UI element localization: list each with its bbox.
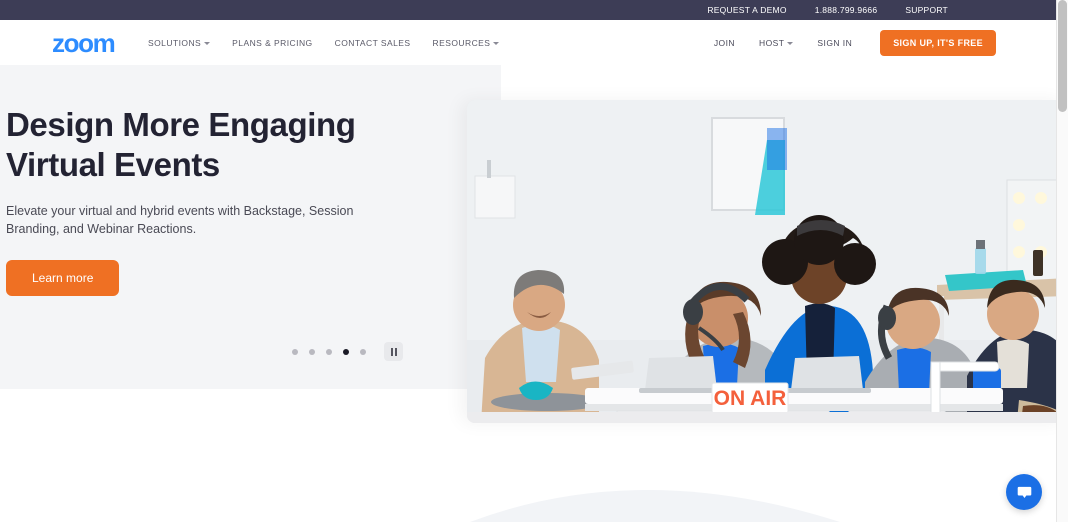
nav-item-plans-pricing[interactable]: PLANS & PRICING [232, 38, 312, 48]
utility-bar: REQUEST A DEMO 1.888.799.9666 SUPPORT [0, 0, 1056, 20]
carousel-dot-5[interactable] [360, 348, 366, 355]
carousel-dot-2[interactable] [309, 348, 315, 355]
scrollbar-thumb[interactable] [1058, 0, 1067, 112]
nav-item-contact-sales[interactable]: CONTACT SALES [335, 38, 411, 48]
on-air-text: ON AIR [714, 387, 787, 410]
nav-item-resources[interactable]: RESOURCES [433, 38, 500, 48]
utility-link-support[interactable]: SUPPORT [905, 5, 948, 15]
nav-item-join[interactable]: JOIN [714, 38, 735, 48]
nav-item-label: HOST [758, 37, 785, 48]
zoom-homepage: REQUEST A DEMO 1.888.799.9666 SUPPORT zo… [0, 0, 1068, 522]
hero-image-illustration: ON AIR [467, 100, 1056, 423]
secondary-nav-links: JOIN HOST SIGN IN SIGN UP, IT'S FREE [714, 29, 996, 56]
decorative-curve [0, 432, 1056, 522]
chat-bubble-icon [1017, 486, 1031, 498]
hero-image: ON AIR [467, 100, 1056, 423]
pause-icon-bar-right [394, 347, 397, 356]
curve-shape [470, 490, 840, 522]
nav-item-host[interactable]: HOST [758, 37, 794, 48]
main-navigation: zoom SOLUTIONS PLANS & PRICING CONTACT S… [0, 20, 1056, 65]
nav-item-sign-in[interactable]: SIGN IN [817, 38, 852, 48]
carousel-dot-4[interactable] [343, 348, 349, 355]
primary-nav-links: SOLUTIONS PLANS & PRICING CONTACT SALES … [148, 37, 500, 48]
hero-title-line-1: Design More Engaging [6, 106, 356, 143]
zoom-logo[interactable]: zoom [52, 30, 116, 56]
hero-title: Design More Engaging Virtual Events [6, 105, 426, 186]
chat-widget-button[interactable] [1006, 474, 1042, 510]
nav-item-label: SOLUTIONS [148, 37, 202, 48]
carousel-dot-3[interactable] [326, 348, 332, 355]
hero-section: Design More Engaging Virtual Events Elev… [0, 65, 1056, 522]
nav-item-label: RESOURCES [432, 37, 491, 48]
nav-item-label: SIGN IN [817, 37, 853, 48]
pause-icon-bar-left [390, 347, 393, 356]
utility-link-request-demo[interactable]: REQUEST A DEMO [707, 5, 786, 15]
page-scrollbar[interactable] [1056, 0, 1068, 522]
hero-subtitle: Elevate your virtual and hybrid events w… [6, 203, 354, 236]
hero-copy: Design More Engaging Virtual Events Elev… [6, 105, 426, 296]
utility-link-phone[interactable]: 1.888.799.9666 [815, 5, 878, 15]
sign-up-button[interactable]: SIGN UP, IT'S FREE [880, 29, 996, 56]
nav-item-label: CONTACT SALES [334, 37, 411, 48]
carousel-dot-1[interactable] [292, 348, 298, 355]
carousel-pause-button[interactable] [384, 342, 403, 361]
nav-item-label: PLANS & PRICING [232, 37, 313, 48]
learn-more-button[interactable]: Learn more [6, 259, 120, 296]
carousel-controls [292, 342, 403, 361]
nav-item-label: JOIN [713, 37, 735, 48]
chevron-down-icon [787, 41, 794, 45]
hero-title-line-2: Virtual Events [6, 146, 220, 184]
chevron-down-icon [493, 41, 500, 45]
chevron-down-icon [204, 41, 211, 45]
nav-item-solutions[interactable]: SOLUTIONS [148, 37, 211, 48]
